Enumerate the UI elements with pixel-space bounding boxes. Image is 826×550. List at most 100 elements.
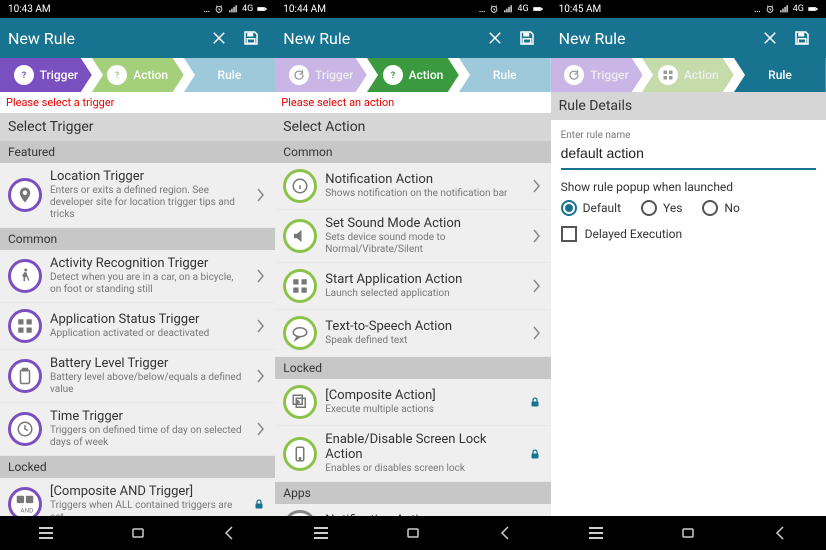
alarm-icon: [489, 4, 499, 14]
crumb-rule[interactable]: Rule: [734, 58, 826, 92]
breadcrumb: Trigger ? Action Rule: [275, 58, 550, 92]
trigger-list[interactable]: FeaturedLocation TriggerEnters or exits …: [0, 141, 275, 516]
chevron-right-icon: [253, 369, 267, 383]
apps-icon: [283, 269, 317, 303]
save-button[interactable]: [786, 22, 818, 54]
item-title: Time Trigger: [50, 409, 245, 424]
close-button[interactable]: [479, 22, 511, 54]
crumb-rule-label: Rule: [493, 68, 517, 82]
list-item[interactable]: Start Application ActionLaunch selected …: [275, 263, 550, 310]
list-item[interactable]: Application Status TriggerApplication ac…: [0, 303, 275, 350]
item-subtitle: Battery level above/below/equals a defin…: [50, 372, 245, 396]
rule-name-input-wrap: [561, 141, 816, 170]
item-title: [Composite AND Trigger]: [50, 484, 243, 499]
nav-back[interactable]: [483, 521, 527, 545]
crumb-trigger[interactable]: Trigger: [551, 58, 643, 92]
list-item[interactable]: Location TriggerEnters or exits a define…: [0, 163, 275, 228]
save-icon: [518, 29, 536, 47]
crumb-rule-label: Rule: [768, 68, 792, 82]
status-network: 4G: [242, 4, 253, 14]
list-item[interactable]: Time TriggerTriggers on defined time of …: [0, 403, 275, 456]
home-icon: [680, 525, 696, 541]
crumb-action[interactable]: Action: [642, 58, 734, 92]
nav-home[interactable]: [116, 521, 160, 545]
crumb-trigger[interactable]: Trigger: [275, 58, 367, 92]
nav-menu[interactable]: [24, 521, 68, 545]
list-item[interactable]: Text-to-Speech ActionSpeak defined text: [275, 310, 550, 357]
breadcrumb: ? Trigger ? Action Rule: [0, 58, 275, 92]
radio-yes[interactable]: Yes: [641, 200, 682, 216]
list-item[interactable]: Battery Level TriggerBattery level above…: [0, 350, 275, 403]
delayed-label: Delayed Execution: [585, 227, 683, 241]
question-icon: ?: [383, 65, 403, 85]
crumb-action[interactable]: ? Action: [92, 58, 184, 92]
nav-back[interactable]: [207, 521, 251, 545]
pane-trigger: 10:43 AM … 4G New Rule ? Trigger ? Actio…: [0, 0, 275, 550]
crumb-rule-label: Rule: [218, 68, 242, 82]
radio-icon: [702, 200, 718, 216]
item-subtitle: Triggers when ALL contained triggers are…: [50, 500, 243, 516]
battery-icon: [808, 4, 818, 14]
radio-icon: [561, 200, 577, 216]
nav-bar: [275, 516, 550, 550]
radio-label: No: [724, 201, 739, 215]
battery-icon: [533, 4, 543, 14]
chevron-right-icon: [253, 422, 267, 436]
walk-icon: [8, 259, 42, 293]
nav-home[interactable]: [666, 521, 710, 545]
checkbox-icon: [561, 226, 577, 242]
nav-menu[interactable]: [574, 521, 618, 545]
status-dots-icon: …: [203, 4, 210, 15]
nav-back[interactable]: [758, 521, 802, 545]
signal-icon: [779, 4, 789, 14]
svg-text:?: ?: [21, 71, 26, 81]
item-subtitle: Triggers on defined time of day on selec…: [50, 425, 245, 449]
app-bar: New Rule: [0, 18, 275, 58]
item-subtitle: Application activated or deactivated: [50, 328, 245, 340]
crumb-rule[interactable]: Rule: [184, 58, 276, 92]
popup-radio-group: Default Yes No: [561, 200, 816, 216]
list-item[interactable]: Activity Recognition TriggerDetect when …: [0, 250, 275, 303]
crumb-action[interactable]: ? Action: [367, 58, 459, 92]
list-item[interactable]: Set Sound Mode ActionSets device sound m…: [275, 210, 550, 263]
close-button[interactable]: [203, 22, 235, 54]
svg-text:?: ?: [115, 71, 120, 81]
chevron-right-icon: [529, 229, 543, 243]
list-item[interactable]: Notification ActionShows notification on…: [275, 504, 550, 516]
radio-label: Yes: [663, 201, 682, 215]
crumb-trigger-label: Trigger: [590, 68, 628, 82]
crumb-rule[interactable]: Rule: [459, 58, 551, 92]
save-button[interactable]: [511, 22, 543, 54]
alarm-icon: [765, 4, 775, 14]
home-icon: [405, 525, 421, 541]
item-subtitle: Execute multiple actions: [325, 404, 518, 416]
list-item[interactable]: Enable/Disable Screen Lock ActionEnables…: [275, 426, 550, 482]
crumb-action-label: Action: [684, 68, 719, 82]
close-button[interactable]: [754, 22, 786, 54]
battery-icon: [8, 359, 42, 393]
back-icon: [499, 525, 511, 541]
chevron-right-icon: [529, 179, 543, 193]
section-title: Select Action: [275, 113, 550, 141]
radio-default[interactable]: Default: [561, 200, 621, 216]
chevron-right-icon: [529, 279, 543, 293]
list-item[interactable]: [Composite Action]Execute multiple actio…: [275, 379, 550, 426]
status-time: 10:44 AM: [283, 4, 326, 15]
svg-text:?: ?: [390, 71, 395, 81]
list-item[interactable]: Notification ActionShows notification on…: [275, 163, 550, 210]
item-title: Battery Level Trigger: [50, 356, 245, 371]
group-header: Locked: [275, 357, 550, 379]
radio-no[interactable]: No: [702, 200, 739, 216]
crumb-trigger[interactable]: ? Trigger: [0, 58, 92, 92]
delayed-execution-checkbox[interactable]: Delayed Execution: [561, 226, 816, 242]
item-title: Application Status Trigger: [50, 312, 245, 327]
save-button[interactable]: [235, 22, 267, 54]
rule-name-input[interactable]: [561, 141, 816, 165]
action-list[interactable]: CommonNotification ActionShows notificat…: [275, 141, 550, 516]
list-item[interactable]: AND[Composite AND Trigger]Triggers when …: [0, 478, 275, 516]
nav-menu[interactable]: [299, 521, 343, 545]
rule-details-header: Rule Details: [551, 92, 826, 120]
item-title: Set Sound Mode Action: [325, 216, 520, 231]
nav-home[interactable]: [391, 521, 435, 545]
pane-rule: 10:45 AM … 4G New Rule Trigger Action Ru…: [551, 0, 826, 550]
